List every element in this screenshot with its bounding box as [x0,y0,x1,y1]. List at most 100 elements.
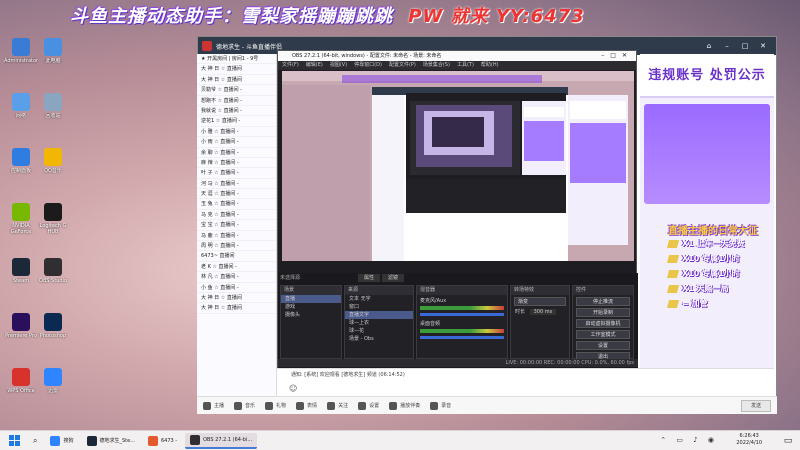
list-item[interactable]: 大 神 日 ☆ 直播间 [197,293,276,304]
list-item[interactable]: 大 神 日 ☆ 直播间 [197,75,276,86]
menu-item[interactable]: 文件(F) [282,61,299,70]
desktop-icon[interactable]: OBS Studio [36,258,70,290]
control-button[interactable]: 设置 [576,341,630,350]
volume-slider[interactable] [420,336,504,339]
menu-item[interactable]: 场景集合(S) [423,61,450,70]
menu-item[interactable]: 编辑(E) [306,61,323,70]
app-icon [12,148,30,166]
start-button[interactable] [4,433,25,449]
toolbar-label: 主播 [214,403,225,409]
source-item[interactable]: 球—上衣 [345,319,413,327]
source-item[interactable]: 文本 无字 [345,295,413,303]
home-icon[interactable]: ⌂ [704,42,714,50]
list-item[interactable]: 叶 子 ☆ 直播间 - [197,168,276,179]
maximize-icon[interactable]: □ [740,42,750,50]
menu-item[interactable]: 工具(T) [457,61,474,70]
desktop-icon[interactable]: Logitech G HUB [36,203,70,235]
list-item[interactable]: 马 克 ☆ 直播间 - [197,210,276,221]
list-item[interactable]: 林 凡 ☆ 直播间 - [197,272,276,283]
clock[interactable]: 6:26:43 2022/4/10 [736,433,762,447]
desktop-icon[interactable]: NVIDIA GeForce [4,203,38,235]
desktop-icon[interactable]: 回收站 [36,93,70,125]
control-button[interactable]: 停止推流 [576,297,630,306]
emoji-icon[interactable]: ☺ [289,384,297,393]
taskbar-item[interactable]: OBS 27.2.1 (64-bi... [185,432,258,449]
toolbar-button[interactable]: 设置 [358,401,379,410]
stream-banner: 斗鱼主播动态助手：雪梨家摇蹦蹦跳跳 PW 就来 YY:6473 [70,2,630,32]
list-item[interactable]: 小 鱼 ☆ 直播间 - [197,283,276,293]
desktop-icon[interactable]: 控制面板 [4,148,38,180]
windows-icon [9,435,20,446]
list-item[interactable]: 我就说 ☆ 直播间 - [197,106,276,117]
list-item[interactable]: 余 聊 ☆ 直播间 - [197,148,276,158]
desktop-icon[interactable]: WPS Office [4,368,38,400]
taskbar-item[interactable]: 搜狗 [45,433,78,449]
scene-item[interactable]: 直播 [281,295,341,303]
properties-button[interactable]: 属性 [358,274,380,282]
desktop-icon[interactable]: Premiere Pro [4,313,38,345]
list-item[interactable]: 贝勒爷 ☆ 直播间 - [197,85,276,96]
list-item[interactable]: 小 雨 ☆ 直播间 - [197,137,276,148]
minimize-icon[interactable]: – [722,42,732,50]
notification-icon[interactable]: ▭ [782,435,794,447]
list-item[interactable]: 马 鹿 ☆ 直播间 - [197,231,276,242]
desktop-icon[interactable]: 此电脑 [36,38,70,70]
taskbar-item[interactable]: 德地求生_Ste... [82,433,140,449]
control-button[interactable]: 启动虚拟摄像机 [576,319,630,328]
toolbar-button[interactable]: 音乐 [234,401,255,410]
toolbar-button[interactable]: 表情 [296,401,317,410]
menu-item[interactable]: 配置文件(P) [389,61,416,70]
send-button[interactable]: 发送 [741,400,771,412]
list-item[interactable]: 大 神 日 ☆ 直播间 [197,64,276,75]
volume-slider[interactable] [420,313,504,316]
scene-item[interactable]: 游戏 [281,303,341,311]
app-icon [44,38,62,56]
duration-label: 时长 [515,309,526,315]
menu-item[interactable]: 停靠窗口(D) [354,61,382,70]
app-icon [44,203,62,221]
toolbar-button[interactable]: 礼物 [265,401,286,410]
desktop-icon[interactable]: QQ音乐 [36,148,70,180]
close-icon[interactable]: ✕ [758,42,768,50]
list-item[interactable]: 老 K ☆ 直播间 - [197,262,276,273]
desktop-icon[interactable]: Steam [4,258,38,290]
list-item[interactable]: ★ 开黑房间 | 房间1 - 9号 [197,54,276,65]
list-item[interactable]: 6473~ 直播间 [197,251,276,262]
list-item[interactable]: 玉 兔 ☆ 直播间 - [197,199,276,210]
taskbar-item[interactable]: 6473 - [143,433,182,449]
desktop-icon[interactable]: Photoshop [36,313,70,345]
toolbar-button[interactable]: 播放伴奏 [389,401,420,410]
search-button[interactable]: ⌕ [28,433,42,449]
list-item[interactable]: 周 明 ☆ 直播间 - [197,241,276,252]
transition-select[interactable]: 渐变 [514,297,566,306]
list-item[interactable]: 麻 辣 ☆ 直播间 - [197,158,276,169]
duration-input[interactable]: 300 ms [529,309,557,315]
list-item[interactable]: 河 马 ☆ 直播间 - [197,179,276,190]
scene-item[interactable]: 摄像头 [281,311,341,319]
filters-button[interactable]: 滤镜 [382,274,404,282]
control-button[interactable]: 工作室模式 [576,330,630,339]
system-tray[interactable]: ⌃ ▭ ♪ ◉ [660,436,718,444]
reward-text: X10 专属1小时 [682,254,740,263]
source-item[interactable]: 直播文字 [345,311,413,319]
obs-window-controls[interactable]: –□✕ [601,51,633,61]
desktop-icon[interactable]: Administrator [4,38,38,70]
menu-item[interactable]: 帮助(H) [481,61,499,70]
list-item[interactable]: 天 涯 ☆ 直播间 - [197,189,276,200]
desktop-icon[interactable]: 网络 [4,93,38,125]
control-button[interactable]: 开始录制 [576,308,630,317]
source-item[interactable]: 球—花 [345,327,413,335]
toolbar-button[interactable]: 关注 [327,401,348,410]
list-item[interactable]: 想跑不 ☆ 直播间 - [197,96,276,106]
menu-item[interactable]: 视图(V) [330,61,347,70]
source-item[interactable]: 窗口 [345,303,413,311]
toolbar-button[interactable]: 主播 [203,401,225,410]
list-item[interactable]: 逆花1 ☆ 直播间 - [197,116,276,127]
app-icon [44,368,62,386]
list-item[interactable]: 大 神 日 ☆ 直播间 [197,303,276,314]
list-item[interactable]: 宝 宝 ☆ 直播间 - [197,220,276,231]
desktop-icon[interactable]: 迅雷 [36,368,70,400]
toolbar-button[interactable]: 录音 [430,401,451,410]
source-item[interactable]: 场景 - Obs [345,335,413,343]
list-item[interactable]: 小 雅 ☆ 直播间 - [197,127,276,138]
